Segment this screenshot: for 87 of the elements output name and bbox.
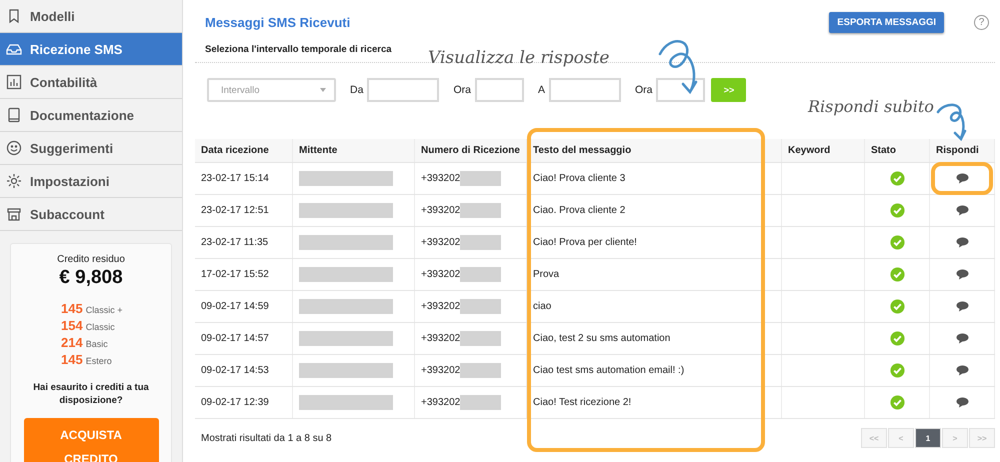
redacted-bar: [460, 363, 502, 378]
chat-bubble-icon[interactable]: [956, 269, 968, 280]
range-dropdown[interactable]: Intervallo: [207, 78, 336, 102]
help-button[interactable]: ?: [974, 14, 989, 30]
to-date-field[interactable]: [548, 78, 621, 102]
number-text: +393202: [421, 365, 460, 376]
credit-amount: € 9,808: [59, 267, 123, 289]
date-cell: 23-02-17 15:14: [195, 163, 293, 194]
to-time-field[interactable]: [656, 78, 706, 102]
handwritten-note: Visualizza le risposte: [428, 48, 610, 68]
date-cell: 09-02-17 14:57: [195, 323, 293, 354]
check-icon: [890, 299, 904, 314]
check-icon: [890, 363, 904, 378]
highlight-frame: [931, 162, 993, 195]
book-icon: [6, 107, 22, 123]
number-text: +393202: [421, 205, 460, 216]
from-time-field[interactable]: [474, 78, 524, 102]
message-cell: Prova: [527, 259, 782, 290]
check-icon: [890, 331, 904, 346]
credit-line: 214 Basic: [61, 335, 109, 350]
check-icon: [890, 235, 904, 250]
chart-icon: [6, 74, 22, 90]
message-cell: ciao: [527, 291, 782, 322]
credit-question: Hai esaurito i crediti a tua disposizione?: [32, 381, 150, 408]
redacted-bar: [460, 171, 502, 186]
date-cell: 09-02-17 14:59: [195, 291, 293, 322]
number-text: +393202: [421, 237, 460, 248]
column-header: Numero di Ricezione: [415, 139, 527, 162]
chat-bubble-icon[interactable]: [956, 205, 968, 216]
date-cell: 23-02-17 11:35: [195, 227, 293, 258]
date-cell: 23-02-17 12:51: [195, 195, 293, 226]
filter-subtitle: Seleziona l'intervallo temporale di ricerca: [205, 44, 393, 55]
redacted-bar: [460, 299, 502, 314]
page-title: Messaggi SMS Ricevuti: [205, 14, 350, 30]
redacted-bar: [460, 203, 502, 218]
message-cell: Ciao! Prova cliente 3: [527, 163, 782, 194]
check-icon: [890, 267, 904, 282]
from-date-field[interactable]: [367, 78, 440, 102]
date-cell: 17-02-17 15:52: [195, 259, 293, 290]
check-icon: [890, 203, 904, 218]
column-header: Mittente: [293, 139, 415, 162]
redacted-bar: [460, 331, 502, 346]
credit-line: 154 Classic: [61, 318, 116, 333]
column-header: Stato: [865, 139, 930, 162]
chat-bubble-icon[interactable]: [956, 397, 968, 408]
date-cell: 09-02-17 14:53: [195, 355, 293, 386]
column-header: Keyword: [782, 139, 865, 162]
from-label: Da: [350, 84, 364, 96]
chat-bubble-icon[interactable]: [956, 237, 968, 248]
credit-line: 145 Classic +: [61, 301, 122, 316]
column-header: Data ricezione: [195, 139, 293, 162]
message-cell: Ciao, test 2 su sms automation: [527, 323, 782, 354]
number-text: +393202: [421, 397, 460, 408]
number-text: +393202: [421, 333, 460, 344]
caret-icon: [320, 88, 326, 92]
chat-bubble-icon[interactable]: [956, 301, 968, 312]
credit-label: Credito residuo: [57, 254, 125, 265]
settings-icon: [6, 173, 22, 189]
column-header: Testo del messaggio: [527, 139, 782, 162]
check-icon: [890, 395, 904, 410]
to-label: A: [538, 84, 545, 96]
handwritten-note: Rispondi subito: [808, 97, 934, 116]
message-cell: Ciao! Test ricezione 2!: [527, 387, 782, 418]
number-text: +393202: [421, 301, 460, 312]
store-icon: [6, 206, 22, 222]
number-text: +393202: [421, 173, 460, 184]
time-label: Ora: [453, 84, 471, 96]
date-cell: 09-02-17 12:39: [195, 387, 293, 418]
page-button[interactable]: 1: [915, 428, 941, 448]
smiley-icon: [6, 140, 22, 156]
redacted-bar: [460, 395, 502, 410]
credit-line: 145 Estero: [61, 352, 113, 367]
redacted-bar: [460, 235, 502, 250]
number-text: +393202: [421, 269, 460, 280]
column-header: Rispondi: [930, 139, 995, 162]
export-button[interactable]: ESPORTA MESSAGGI: [829, 12, 944, 32]
sidebar-item[interactable]: Ricezione SMS: [0, 33, 182, 66]
redacted-bar: [460, 267, 502, 282]
chat-bubble-icon[interactable]: [956, 333, 968, 344]
chat-bubble-icon[interactable]: [956, 365, 968, 376]
time-label: Ora: [634, 84, 652, 96]
chat-bubble-icon[interactable]: [956, 173, 968, 184]
message-cell: Ciao. Prova cliente 2: [527, 195, 782, 226]
message-cell: Ciao test sms automation email! :): [527, 355, 782, 386]
results-summary: Mostrati risultati da 1 a 8 su 8: [201, 432, 332, 444]
check-icon: [890, 171, 904, 186]
message-cell: Ciao! Prova per cliente!: [527, 227, 782, 258]
